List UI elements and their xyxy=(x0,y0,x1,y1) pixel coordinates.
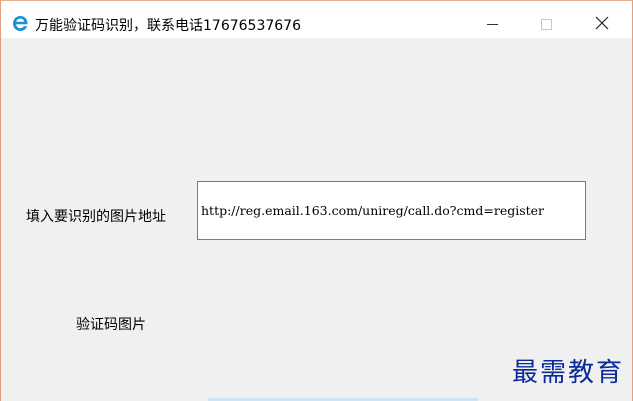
close-button[interactable] xyxy=(579,9,625,39)
captcha-image-label: 验证码图片 xyxy=(76,317,146,333)
app-window: 万能验证码识别，联系电话17676537676 填入要识别的图片地址 验证码图片… xyxy=(0,0,633,401)
image-url-input[interactable] xyxy=(197,181,586,240)
watermark-text: 最需教育 xyxy=(512,358,625,388)
minimize-icon xyxy=(486,23,498,25)
close-icon xyxy=(595,15,609,34)
maximize-button[interactable] xyxy=(523,9,569,39)
window-title: 万能验证码识别，联系电话17676537676 xyxy=(35,18,301,34)
ie-logo-icon xyxy=(11,14,29,32)
minimize-button[interactable] xyxy=(469,9,515,39)
maximize-icon xyxy=(540,18,552,30)
image-url-label: 填入要识别的图片地址 xyxy=(26,209,166,225)
title-bar[interactable]: 万能验证码识别，联系电话17676537676 xyxy=(1,0,632,38)
